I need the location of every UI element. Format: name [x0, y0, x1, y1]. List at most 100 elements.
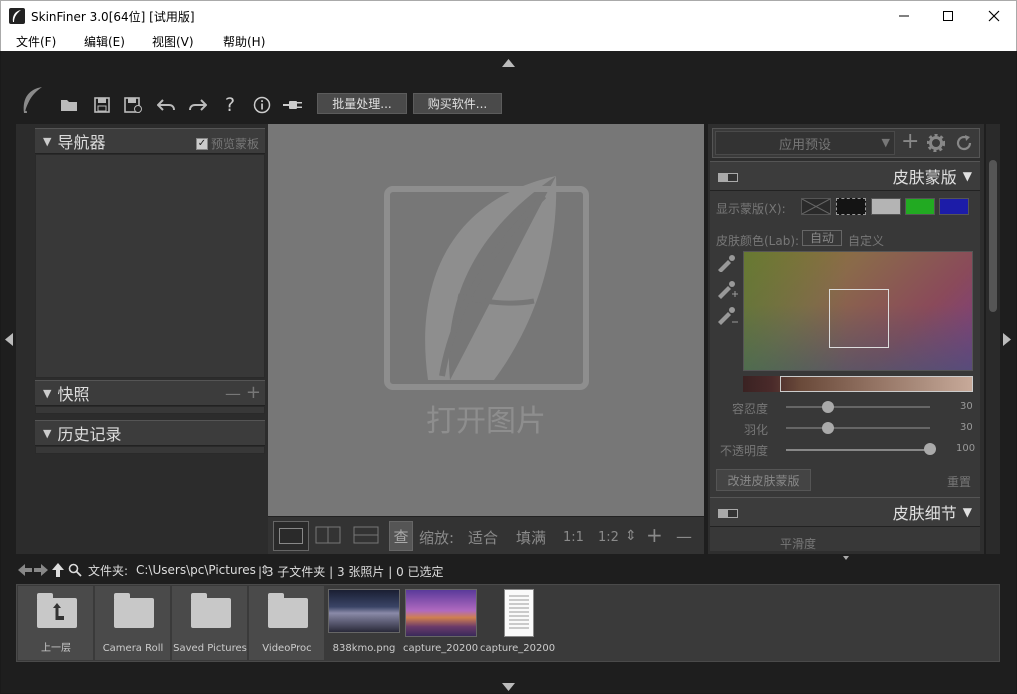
- mask-swatch-transparent[interactable]: [801, 198, 831, 215]
- right-panel-scrollbar[interactable]: [986, 124, 1000, 554]
- open-image-label[interactable]: 打开图片: [268, 396, 704, 440]
- filmstrip-item[interactable]: Saved Pictures: [172, 586, 248, 660]
- scrollbar-thumb[interactable]: [989, 160, 997, 312]
- eyedropper-subtract-icon[interactable]: [716, 306, 738, 329]
- filmstrip-item[interactable]: 838kmo.png: [326, 586, 402, 660]
- navigator-header[interactable]: ▼ 导航器 ✓ 预览蒙板: [35, 128, 265, 154]
- navigator-title: 导航器: [57, 133, 106, 152]
- filmstrip-item[interactable]: capture_20200...: [403, 586, 479, 660]
- feather-slider-knob[interactable]: [822, 422, 834, 434]
- toggle-icon[interactable]: [718, 509, 738, 518]
- custom-button[interactable]: 自定义: [848, 232, 884, 249]
- history-title: 历史记录: [57, 425, 122, 444]
- collapse-left-arrow-icon[interactable]: [5, 333, 13, 349]
- tolerance-slider[interactable]: [786, 406, 930, 408]
- filmstrip-item[interactable]: 上一层: [18, 586, 94, 660]
- zoom-in-button[interactable]: +: [646, 523, 663, 547]
- feather-icon: [18, 85, 46, 115]
- preset-dropdown[interactable]: 应用预设 ▼: [715, 131, 895, 155]
- collapse-right-arrow-icon[interactable]: [1003, 333, 1011, 349]
- buy-software-button[interactable]: 购买软件...: [413, 93, 502, 114]
- up-arrow-icon[interactable]: [52, 563, 64, 580]
- skin-mask-title: 皮肤蒙版: [892, 168, 957, 187]
- reset-button[interactable]: 重置: [947, 473, 971, 490]
- tolerance-slider-knob[interactable]: [822, 401, 834, 413]
- skin-mask-header[interactable]: 皮肤蒙版 ▼: [710, 161, 980, 191]
- zoom-label: 缩放:: [419, 529, 455, 547]
- preset-row: 应用预设 ▼ +: [712, 128, 980, 158]
- forward-arrow-icon[interactable]: [34, 564, 48, 579]
- question-icon[interactable]: ?: [220, 94, 240, 116]
- back-arrow-icon[interactable]: [18, 564, 32, 579]
- save-icon[interactable]: [92, 95, 112, 115]
- skin-detail-header[interactable]: 皮肤细节 ▼: [710, 497, 980, 527]
- collapse-top-arrow-icon[interactable]: [502, 56, 515, 70]
- app-feather-icon: [9, 8, 25, 24]
- zoom-fit-button[interactable]: 适合: [468, 527, 498, 548]
- skin-tone-strip[interactable]: [743, 376, 973, 392]
- split-horizontal-button[interactable]: [349, 521, 385, 551]
- zoom-fill-button[interactable]: 填满: [516, 527, 546, 548]
- remove-snapshot-button[interactable]: —: [225, 384, 241, 403]
- zoom-1-1-button[interactable]: 1:1: [563, 530, 584, 545]
- add-snapshot-button[interactable]: +: [246, 382, 261, 403]
- refresh-icon[interactable]: [955, 134, 973, 155]
- toggle-icon[interactable]: [718, 173, 738, 182]
- menu-help[interactable]: 帮助(H): [223, 33, 265, 50]
- preview-mask-checkbox[interactable]: ✓ 预览蒙板: [195, 135, 259, 152]
- mask-swatch-gray[interactable]: [871, 198, 901, 215]
- skin-color-picker[interactable]: [743, 251, 973, 371]
- zoom-spinner-icon[interactable]: ⇕: [625, 528, 637, 544]
- compare-button[interactable]: 查: [389, 521, 413, 551]
- info-icon[interactable]: [252, 95, 272, 115]
- collapse-bottom-arrow-icon[interactable]: [502, 680, 515, 694]
- close-button[interactable]: [971, 1, 1017, 31]
- single-view-icon: [279, 528, 303, 544]
- mask-swatch-green[interactable]: [905, 198, 935, 215]
- opacity-slider-knob[interactable]: [924, 443, 936, 455]
- split-horizontal-icon: [353, 526, 379, 544]
- search-icon[interactable]: [68, 563, 82, 580]
- folder-open-icon[interactable]: [59, 95, 79, 115]
- swatch-cross-icon: [801, 198, 831, 215]
- filmstrip-item[interactable]: VideoProc: [249, 586, 325, 660]
- snapshot-header[interactable]: ▼ 快照 — +: [35, 380, 265, 406]
- save-as-icon[interactable]: [123, 95, 143, 115]
- batch-process-button[interactable]: 批量处理...: [317, 93, 407, 114]
- improve-mask-button[interactable]: 改进皮肤蒙版: [716, 469, 811, 491]
- image-canvas[interactable]: 打开图片: [268, 124, 704, 516]
- image-thumbnail: [405, 589, 477, 637]
- history-header[interactable]: ▼ 历史记录: [35, 420, 265, 446]
- skin-color-selection-box[interactable]: [829, 289, 889, 348]
- menu-view[interactable]: 视图(V): [152, 33, 194, 50]
- zoom-1-2-button[interactable]: 1:2: [598, 530, 619, 545]
- eyedropper-icon[interactable]: [716, 254, 736, 275]
- feather-slider[interactable]: [786, 427, 930, 429]
- single-view-button[interactable]: [273, 521, 309, 551]
- history-body: [35, 446, 265, 454]
- redo-icon[interactable]: [188, 95, 208, 115]
- minimize-button[interactable]: [881, 1, 927, 31]
- parent-folder-icon: [37, 593, 77, 628]
- maximize-button[interactable]: [925, 1, 971, 31]
- split-vertical-button[interactable]: [311, 521, 347, 551]
- mask-swatch-blue[interactable]: [939, 198, 969, 215]
- menu-edit[interactable]: 编辑(E): [84, 33, 125, 50]
- undo-icon[interactable]: [156, 95, 176, 115]
- filmstrip-item[interactable]: Camera Roll: [95, 586, 171, 660]
- auto-button[interactable]: 自动: [802, 230, 842, 246]
- zoom-out-button[interactable]: —: [676, 527, 692, 546]
- filmstrip-item-label: 上一层: [41, 643, 71, 654]
- skin-tone-range[interactable]: [780, 376, 973, 392]
- path-dropdown[interactable]: C:\Users\pc\Pictures ⇕: [136, 563, 270, 577]
- filmstrip-item-label: Saved Pictures: [173, 643, 247, 654]
- gear-icon[interactable]: [926, 133, 946, 155]
- plug-icon[interactable]: [283, 95, 303, 115]
- mask-swatch-black[interactable]: [836, 198, 866, 215]
- filmstrip-item[interactable]: capture_20200...: [480, 586, 556, 660]
- opacity-slider[interactable]: [786, 449, 930, 451]
- add-preset-icon[interactable]: +: [901, 131, 919, 153]
- snapshot-body: [35, 406, 265, 414]
- menu-file[interactable]: 文件(F): [16, 33, 56, 50]
- eyedropper-add-icon[interactable]: [716, 280, 738, 303]
